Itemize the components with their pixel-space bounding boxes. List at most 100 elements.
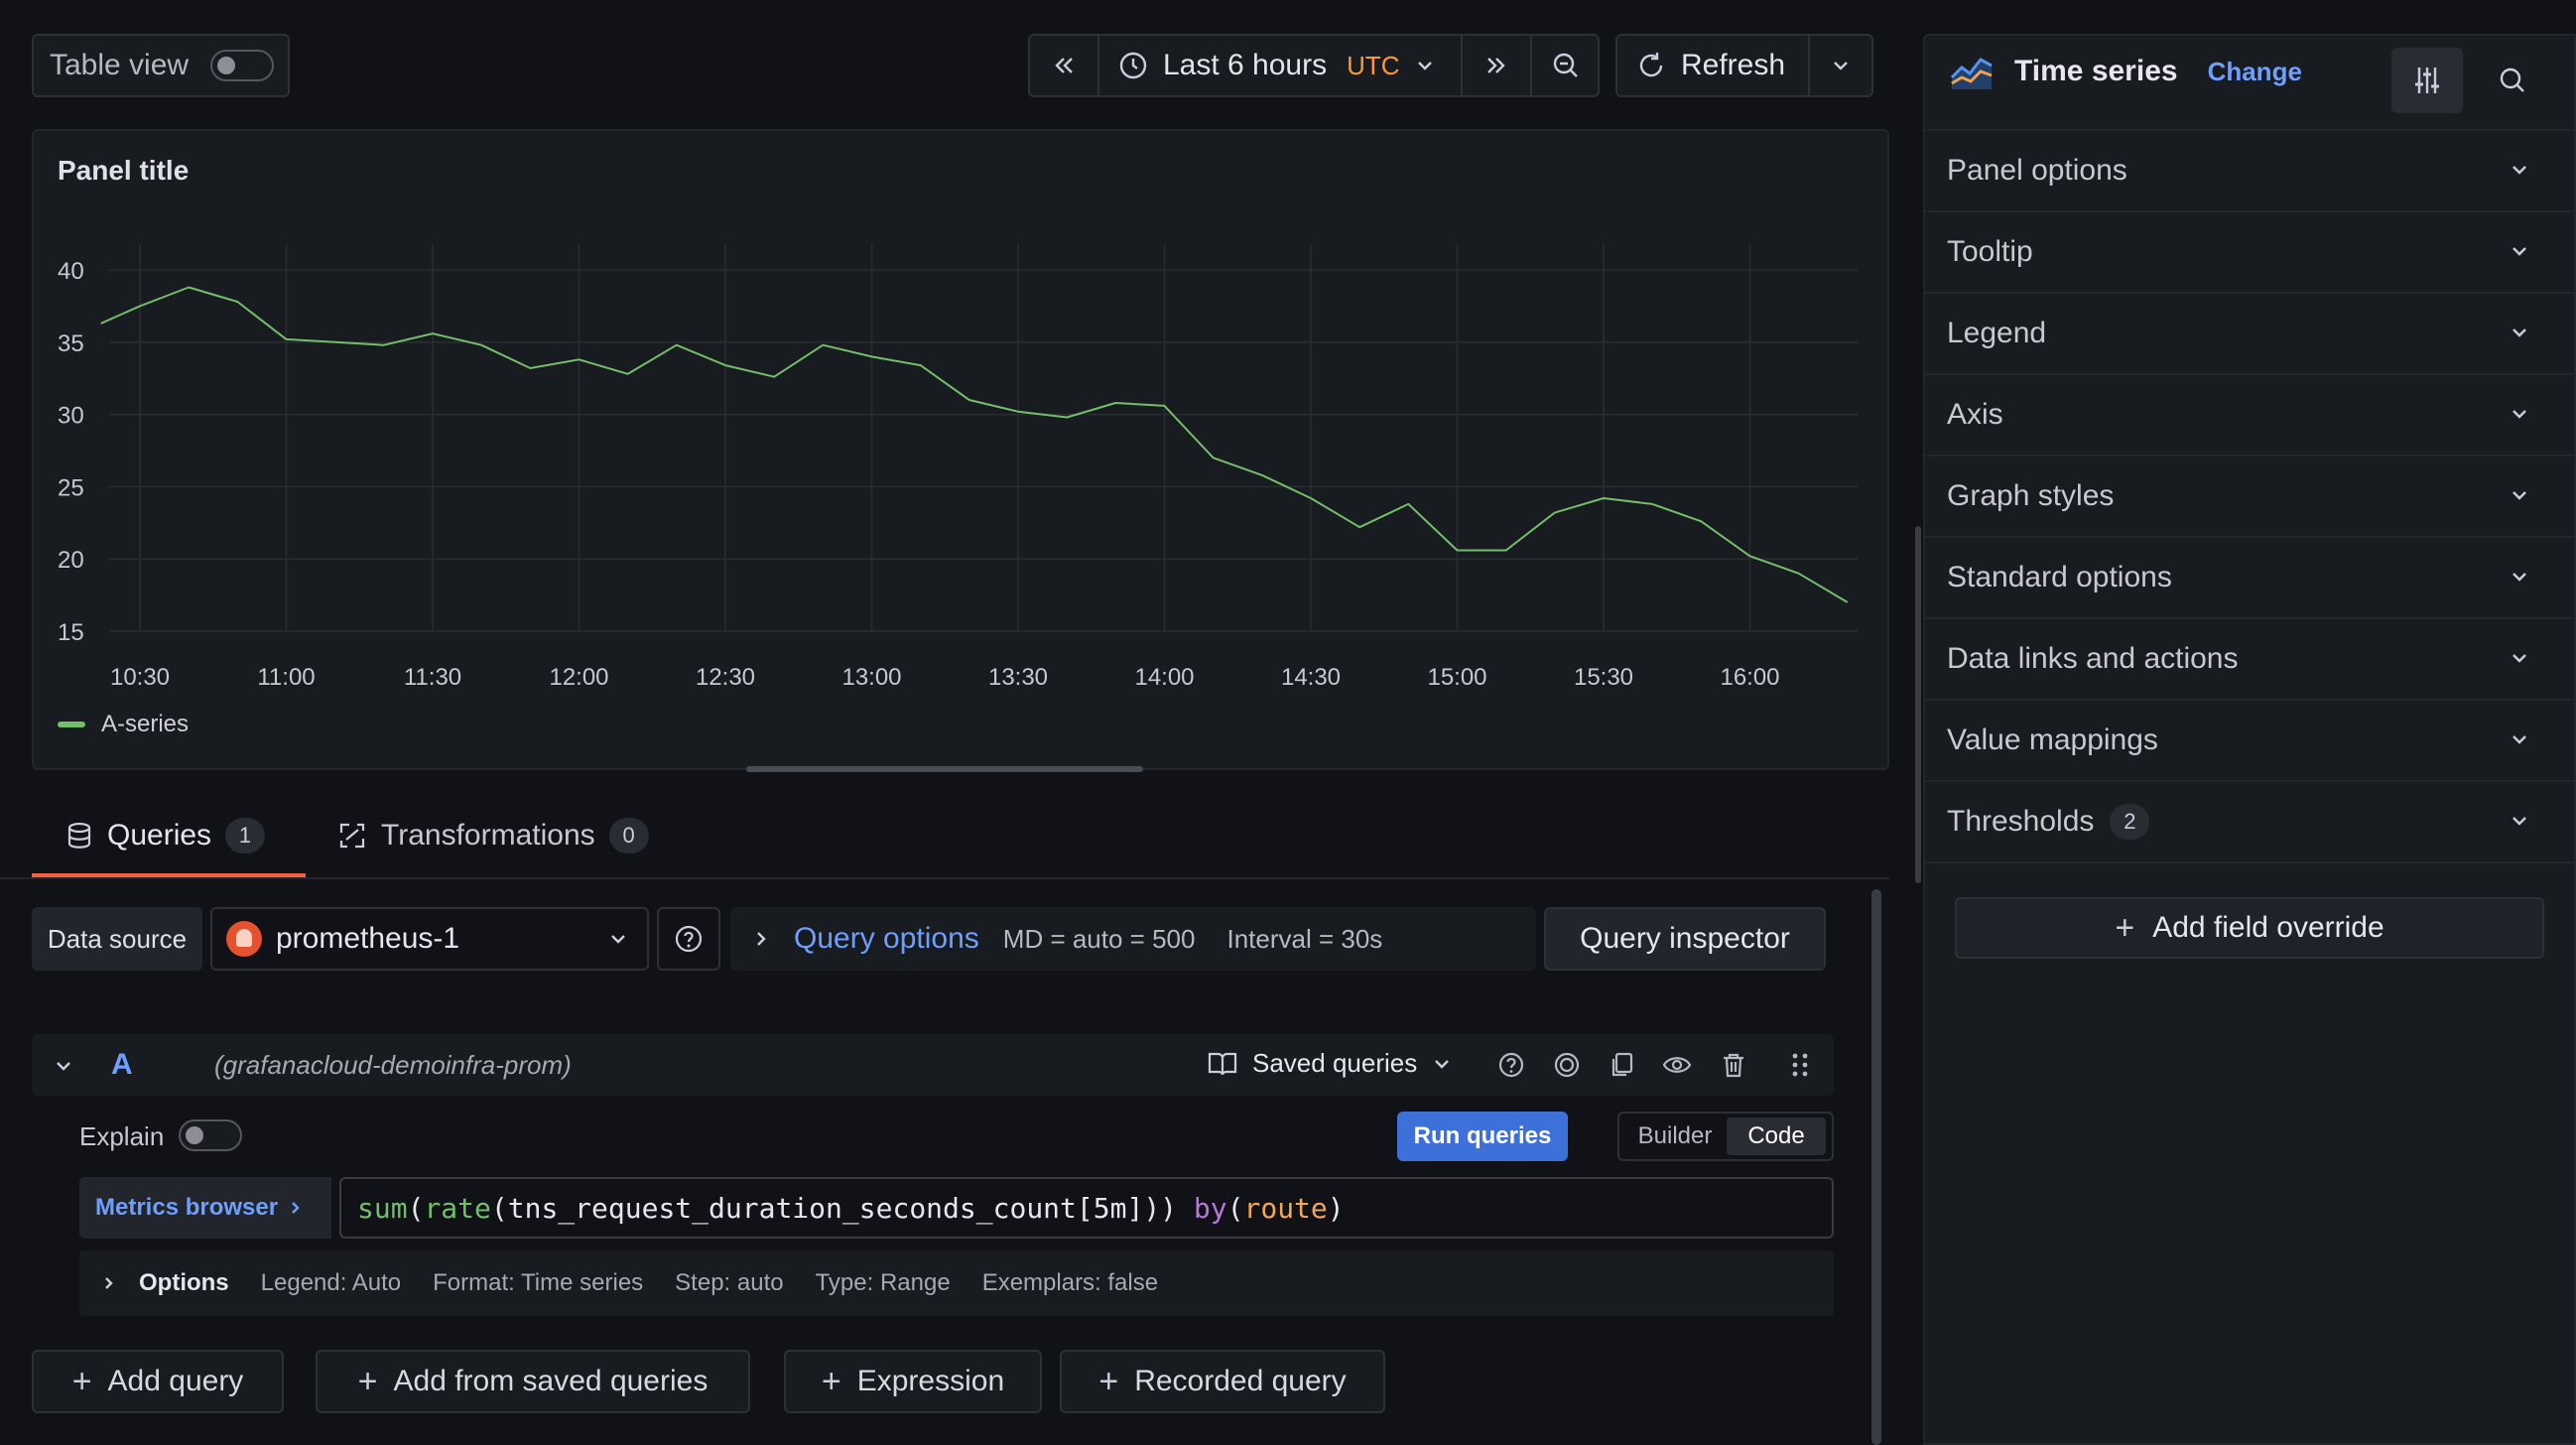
add-from-saved-label: Add from saved queries (393, 1365, 708, 1397)
data-source-picker[interactable]: prometheus-1 (210, 907, 649, 971)
chevron-down-icon (2512, 654, 2526, 663)
x-tick-label: 15:00 (1427, 664, 1486, 691)
help-circle-icon (675, 925, 703, 953)
chevron-down-icon (2512, 247, 2526, 256)
query-inspect-icon[interactable] (1552, 1050, 1582, 1080)
options-label: Options (139, 1269, 229, 1296)
panel-resize-handle[interactable] (746, 766, 1143, 772)
expression-button[interactable]: + Expression (784, 1350, 1042, 1413)
change-viz-link[interactable]: Change (2208, 57, 2302, 87)
time-series-chart[interactable]: 40 35 30 25 20 15 10:30 11:00 11:30 12:00 12:30 13:… (0, 0, 1895, 774)
section-tooltip[interactable]: Tooltip (1925, 212, 2576, 294)
pane-splitter[interactable] (1915, 526, 1921, 883)
query-inspector-label: Query inspector (1580, 922, 1790, 955)
section-label: Graph styles (1947, 479, 2115, 512)
run-queries-label: Run queries (1413, 1122, 1552, 1149)
query-paren: )) (1143, 1191, 1178, 1225)
format-option: Format: Time series (433, 1269, 644, 1296)
x-tick-label: 10:30 (110, 664, 170, 691)
section-label: Tooltip (1947, 235, 2033, 268)
query-label: route (1243, 1191, 1328, 1225)
step-option: Step: auto (675, 1269, 784, 1296)
editor-mode-switch: Builder Code (1617, 1112, 1834, 1161)
interval-text: Interval = 30s (1226, 923, 1383, 954)
plus-icon: + (1098, 1363, 1119, 1400)
section-panel-options[interactable]: Panel options (1925, 131, 2576, 212)
section-label: Axis (1947, 398, 2003, 431)
query-options-row[interactable]: Options Legend: Auto Format: Time series… (79, 1250, 1834, 1316)
section-standard-options[interactable]: Standard options (1925, 538, 2576, 619)
section-graph-styles[interactable]: Graph styles (1925, 457, 2576, 538)
query-inspector-button[interactable]: Query inspector (1544, 907, 1826, 971)
metrics-browser-button[interactable]: Metrics browser (79, 1177, 331, 1239)
legend-item[interactable]: A-series (58, 711, 189, 738)
chevron-right-icon (105, 1277, 113, 1289)
query-options-bar[interactable]: Query options MD = auto = 500 Interval =… (730, 907, 1536, 971)
sliders-icon (2415, 67, 2439, 93)
query-paren: ( (407, 1191, 425, 1225)
plus-icon: + (821, 1363, 841, 1400)
chevron-down-icon (2512, 491, 2526, 500)
series-line-a-series[interactable] (100, 286, 1849, 603)
query-scrollbar[interactable] (1871, 889, 1881, 1445)
add-from-saved-queries-button[interactable]: + Add from saved queries (316, 1350, 750, 1413)
options-filter-button[interactable] (2391, 48, 2463, 113)
chevron-down-icon (611, 935, 625, 944)
section-data-links[interactable]: Data links and actions (1925, 619, 2576, 701)
tab-queries-label: Queries (107, 819, 212, 852)
x-tick-label: 15:30 (1574, 664, 1633, 691)
database-icon (67, 822, 91, 849)
x-tick-label: 11:30 (404, 664, 461, 691)
drag-handle-icon[interactable] (1788, 1050, 1812, 1080)
plus-icon: + (71, 1363, 92, 1400)
add-query-button[interactable]: + Add query (32, 1350, 284, 1413)
legend-label: A-series (101, 711, 190, 737)
legend-color-swatch (58, 722, 85, 727)
eye-icon[interactable] (1661, 1050, 1693, 1080)
x-tick-label: 11:00 (257, 664, 315, 691)
data-source-label-box: Data source (32, 907, 202, 971)
query-ref-id[interactable]: A (111, 1048, 133, 1082)
explain-label: Explain (79, 1121, 165, 1151)
section-label: Value mappings (1947, 723, 2158, 756)
viz-name: Time series (2014, 55, 2178, 87)
run-queries-button[interactable]: Run queries (1397, 1112, 1568, 1161)
builder-mode-button[interactable]: Builder (1623, 1117, 1727, 1155)
chevron-right-icon (292, 1202, 300, 1214)
tab-transformations-label: Transformations (381, 819, 595, 852)
data-source-help-button[interactable] (657, 907, 720, 971)
visualization-picker[interactable]: Time series Change (1949, 52, 2302, 91)
y-tick-label: 35 (58, 330, 84, 357)
section-legend[interactable]: Legend (1925, 294, 2576, 375)
section-axis[interactable]: Axis (1925, 375, 2576, 457)
query-fn-sum: sum (357, 1191, 408, 1225)
trash-icon[interactable] (1719, 1050, 1748, 1080)
chevron-down-icon (2512, 817, 2526, 826)
query-help-icon[interactable] (1496, 1050, 1526, 1080)
code-mode-button[interactable]: Code (1727, 1117, 1826, 1155)
data-source-label: Data source (47, 923, 188, 954)
section-thresholds[interactable]: Thresholds 2 (1925, 782, 2576, 863)
recorded-query-button[interactable]: + Recorded query (1060, 1350, 1385, 1413)
type-option: Type: Range (815, 1269, 951, 1296)
metrics-browser-label: Metrics browser (95, 1194, 279, 1221)
add-field-override-button[interactable]: + Add field override (1955, 897, 2544, 959)
options-search-button[interactable] (2477, 48, 2548, 113)
section-value-mappings[interactable]: Value mappings (1925, 701, 2576, 782)
tab-queries[interactable]: Queries 1 (65, 818, 266, 854)
thresholds-count-badge: 2 (2110, 804, 2150, 840)
explain-toggle[interactable] (179, 1119, 242, 1151)
search-icon (2500, 67, 2524, 92)
x-tick-label: 13:00 (841, 664, 901, 691)
tab-transformations[interactable]: Transformations 0 (337, 818, 649, 854)
duplicate-query-icon[interactable] (1608, 1050, 1637, 1080)
builder-label: Builder (1637, 1122, 1713, 1149)
promql-query-input[interactable]: sum(rate(tns_request_duration_seconds_co… (339, 1177, 1834, 1239)
transform-icon (339, 823, 365, 849)
code-label: Code (1747, 1122, 1805, 1149)
saved-queries-button[interactable]: Saved queries (1207, 1048, 1453, 1079)
chevron-down-icon (2512, 166, 2526, 175)
query-range: [5m] (1076, 1191, 1144, 1225)
collapse-query-icon[interactable] (52, 1054, 75, 1078)
chevron-right-icon (757, 932, 766, 946)
